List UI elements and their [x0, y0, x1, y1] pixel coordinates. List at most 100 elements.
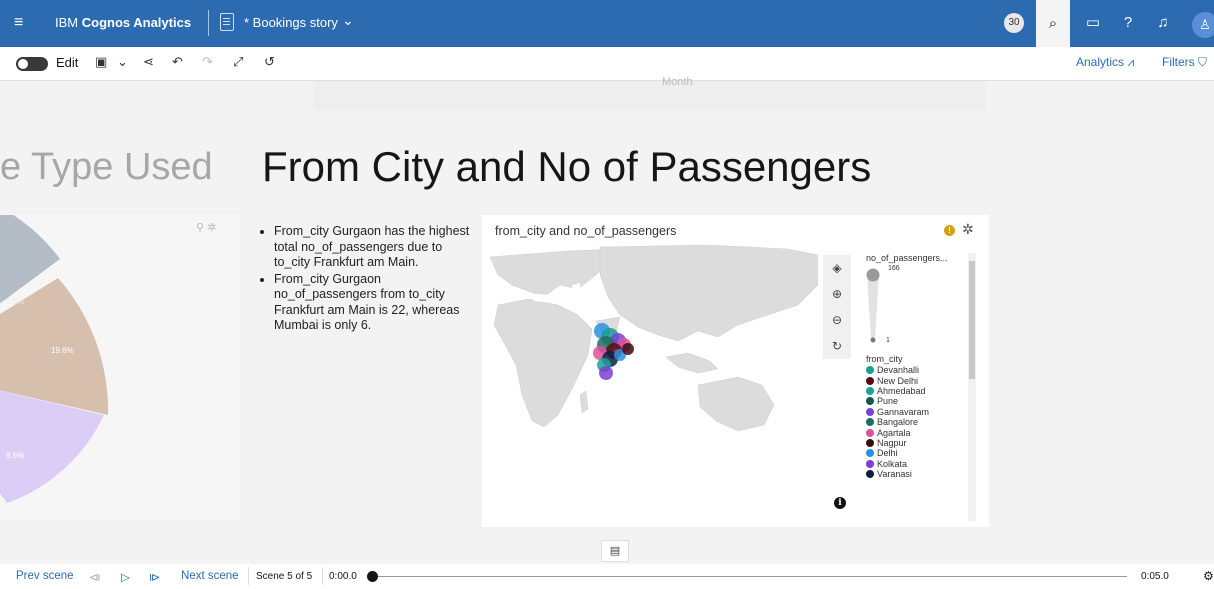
save-menu-chevron-icon[interactable]: ⌄ — [117, 54, 128, 70]
undo-icon[interactable]: ↶ — [172, 54, 183, 70]
legend-item[interactable]: Gannavaram — [866, 407, 929, 417]
legend-item-label: New Delhi — [877, 375, 919, 386]
map-land-australia — [697, 376, 775, 432]
settings-icon[interactable]: ✲ — [207, 222, 216, 234]
playbar-divider — [322, 567, 323, 585]
legend-item[interactable]: Ahmedabad — [866, 386, 929, 396]
filters-label: Filters — [1162, 55, 1195, 69]
legend-item[interactable]: Kolkata — [866, 459, 929, 469]
reset-view-icon[interactable]: ↻ — [823, 333, 851, 359]
legend-color-dot — [866, 397, 874, 406]
pie-label-1: 9.5% — [6, 297, 24, 306]
chevron-down-icon[interactable]: ⌄ — [342, 12, 354, 29]
legend-item[interactable]: Bangalore — [866, 417, 929, 427]
reset-icon[interactable]: ↺ — [264, 54, 275, 70]
size-legend-min-bubble — [870, 337, 876, 343]
legend-color-dot — [866, 407, 874, 416]
zoom-in-icon[interactable]: ⊕ — [823, 281, 851, 307]
story-title[interactable]: * Bookings story — [244, 15, 338, 30]
warning-icon[interactable]: ! — [944, 225, 955, 236]
legend-color-dot — [866, 366, 874, 375]
layers-icon[interactable]: ◈ — [823, 255, 851, 281]
size-legend-max: 166 — [888, 265, 900, 272]
map-land-madagascar — [579, 390, 589, 414]
legend-color-dot — [866, 376, 874, 385]
search-icon[interactable]: ⌕ — [1036, 0, 1070, 47]
city-bubble[interactable] — [622, 343, 634, 355]
notification-badge[interactable]: 30 — [1004, 13, 1024, 33]
redo-icon: ↷ — [202, 54, 213, 69]
color-legend-list: Devanhalli New Delhi Ahmedabad Pune Gannavar… — [866, 365, 929, 479]
settings-icon[interactable]: ✲ — [962, 221, 974, 238]
legend-item[interactable]: Nagpur — [866, 438, 929, 448]
scene-playback-bar: Prev scene ⧏ ▷ ⧐ Next scene Scene 5 of 5… — [0, 564, 1214, 589]
play-icon[interactable]: ▷ — [121, 570, 130, 584]
legend-item-label: Pune — [877, 396, 899, 407]
bell-icon[interactable]: ♫ — [1153, 13, 1173, 33]
skip-back-icon: ⧏ — [89, 572, 101, 584]
skip-forward-icon[interactable]: ⧐ — [149, 570, 161, 584]
timeline-track[interactable] — [372, 576, 1127, 577]
insight-text[interactable]: From_city Gurgaon has the highest total … — [262, 224, 472, 335]
size-legend-wedge — [867, 274, 879, 340]
brand-prefix: IBM — [55, 15, 82, 30]
analytics-link[interactable]: Analytics ⩘ — [1076, 55, 1134, 70]
city-bubbles — [593, 323, 634, 380]
size-legend-title: no_of_passengers... — [866, 253, 948, 263]
legend-item-label: Varanasi — [877, 469, 912, 480]
legend-item[interactable]: Varanasi — [866, 469, 929, 479]
chart-icon: ⩘ — [1127, 55, 1135, 69]
product-name[interactable]: IBM Cognos Analytics — [55, 15, 191, 30]
map-land-europe — [489, 248, 617, 298]
legend-color-dot — [866, 449, 874, 458]
prev-scene-button[interactable]: Prev scene — [16, 570, 74, 582]
legend-scroll-thumb[interactable] — [969, 261, 975, 379]
lightbulb-icon[interactable]: ⚲ — [196, 222, 204, 234]
pie-panel-icons: ⚲ ✲ — [196, 221, 216, 234]
legend-item[interactable]: Pune — [866, 396, 929, 406]
save-icon[interactable]: ▣ — [95, 54, 107, 70]
share-icon[interactable]: ⋖ — [143, 54, 154, 70]
map-land-asia — [599, 245, 818, 342]
legend-color-dot — [866, 418, 874, 427]
legend-color-dot — [866, 470, 874, 479]
map-land-africa — [493, 298, 593, 428]
analytics-label: Analytics — [1076, 55, 1125, 69]
insight-bullet: From_city Gurgaon no_of_passengers from … — [274, 272, 472, 334]
filters-link[interactable]: Filters ⛉ — [1162, 55, 1207, 70]
legend-item-label: Agartala — [877, 427, 911, 438]
legend-item[interactable]: New Delhi — [866, 375, 929, 386]
legend-item-label: Kolkata — [877, 458, 908, 469]
help-icon[interactable]: ? — [1118, 13, 1138, 33]
settings-icon[interactable]: ⚙ — [1203, 569, 1214, 583]
chat-icon[interactable]: ▭ — [1083, 13, 1103, 33]
map-visualization-panel[interactable]: from_city and no_of_passengers ! ✲ ◈ ⊕ ⊖… — [482, 215, 989, 527]
timeline-scrubber[interactable] — [367, 571, 378, 582]
legend-scrollbar[interactable] — [968, 253, 976, 521]
legend-item[interactable]: Devanhalli — [866, 365, 929, 375]
legend-item-label: Nagpur — [877, 437, 907, 448]
edit-toggle[interactable] — [16, 57, 48, 71]
fullscreen-icon[interactable]: ⤢ — [233, 54, 243, 70]
scene-title[interactable]: From City and No of Passengers — [262, 143, 871, 191]
world-map[interactable] — [488, 245, 818, 445]
scene-counter: Scene 5 of 5 — [256, 571, 313, 582]
legend-item[interactable]: Agartala — [866, 427, 929, 438]
story-toolbar: Edit ▣ ⌄ ⋖ ↶ ↷ ⤢ ↺ Analytics ⩘ Filters ⛉ — [0, 47, 1214, 81]
map-land-indonesia — [665, 352, 719, 374]
legend-color-dot — [866, 438, 874, 447]
map-legend[interactable]: no_of_passengers... 166 1 from_city Deva… — [866, 253, 976, 521]
notes-icon[interactable]: ▤ — [601, 540, 629, 562]
zoom-out-icon[interactable]: ⊖ — [823, 307, 851, 333]
info-icon[interactable]: i — [834, 497, 846, 509]
story-icon — [220, 13, 234, 31]
legend-item-label: Bangalore — [877, 417, 919, 428]
pie-chart-panel[interactable]: 9.5% 19.6% 9.6% ⚲ ✲ — [0, 215, 240, 520]
hamburger-menu-icon[interactable]: ≡ — [14, 14, 32, 32]
legend-item-label: Delhi — [877, 448, 898, 459]
user-avatar-icon[interactable]: ♙ — [1192, 12, 1214, 38]
insight-bullet: From_city Gurgaon has the highest total … — [274, 224, 472, 271]
legend-item[interactable]: Delhi — [866, 448, 929, 458]
next-scene-button[interactable]: Next scene — [181, 570, 239, 582]
city-bubble[interactable] — [599, 366, 613, 380]
